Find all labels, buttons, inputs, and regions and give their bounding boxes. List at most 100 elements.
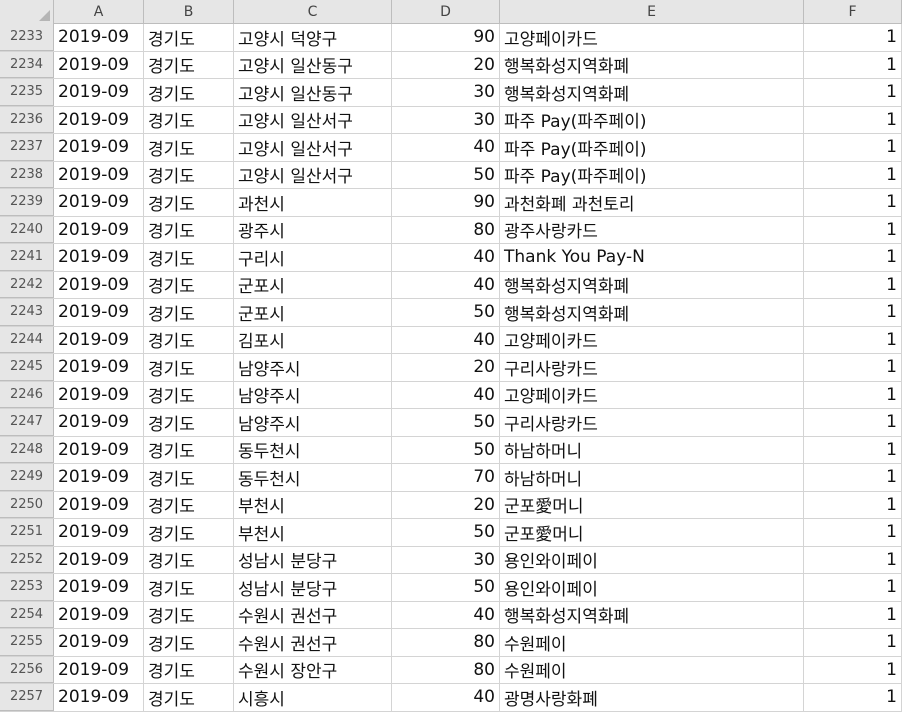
cell-currency[interactable]: 고양페이카드 bbox=[500, 326, 804, 353]
cell-province[interactable]: 경기도 bbox=[144, 326, 234, 353]
cell-count[interactable]: 1 bbox=[804, 216, 902, 243]
cell-currency[interactable]: 구리사랑카드 bbox=[500, 409, 804, 436]
cell-province[interactable]: 경기도 bbox=[144, 574, 234, 601]
cell-currency[interactable]: 광주사랑카드 bbox=[500, 216, 804, 243]
cell-district[interactable]: 성남시 분당구 bbox=[234, 546, 392, 573]
row-header[interactable]: 2255 bbox=[0, 629, 54, 656]
cell-district[interactable]: 시흥시 bbox=[234, 684, 392, 711]
cell-date[interactable]: 2019-09 bbox=[54, 299, 144, 326]
cell-province[interactable]: 경기도 bbox=[144, 161, 234, 188]
row-header[interactable]: 2244 bbox=[0, 326, 54, 353]
cell-count[interactable]: 1 bbox=[804, 244, 902, 271]
cell-district[interactable]: 고양시 덕양구 bbox=[234, 24, 392, 51]
cell-currency[interactable]: 행복화성지역화폐 bbox=[500, 271, 804, 298]
cell-count[interactable]: 1 bbox=[804, 546, 902, 573]
cell-date[interactable]: 2019-09 bbox=[54, 24, 144, 51]
cell-currency[interactable]: 파주 Pay(파주페이) bbox=[500, 134, 804, 161]
cell-value[interactable]: 90 bbox=[392, 189, 500, 216]
row-header[interactable]: 2245 bbox=[0, 354, 54, 381]
cell-district[interactable]: 고양시 일산동구 bbox=[234, 79, 392, 106]
cell-count[interactable]: 1 bbox=[804, 51, 902, 78]
row-header[interactable]: 2252 bbox=[0, 546, 54, 573]
row-header[interactable]: 2237 bbox=[0, 134, 54, 161]
cell-currency[interactable]: 용인와이페이 bbox=[500, 574, 804, 601]
cell-district[interactable]: 수원시 장안구 bbox=[234, 656, 392, 683]
cell-date[interactable]: 2019-09 bbox=[54, 326, 144, 353]
cell-value[interactable]: 40 bbox=[392, 601, 500, 628]
cell-currency[interactable]: 하남하머니 bbox=[500, 436, 804, 463]
cell-date[interactable]: 2019-09 bbox=[54, 79, 144, 106]
cell-count[interactable]: 1 bbox=[804, 491, 902, 518]
row-header[interactable]: 2249 bbox=[0, 464, 54, 491]
cell-date[interactable]: 2019-09 bbox=[54, 271, 144, 298]
cell-date[interactable]: 2019-09 bbox=[54, 354, 144, 381]
cell-value[interactable]: 40 bbox=[392, 271, 500, 298]
cell-date[interactable]: 2019-09 bbox=[54, 244, 144, 271]
cell-currency[interactable]: 과천화폐 과천토리 bbox=[500, 189, 804, 216]
cell-currency[interactable]: 파주 Pay(파주페이) bbox=[500, 106, 804, 133]
cell-district[interactable]: 동두천시 bbox=[234, 436, 392, 463]
cell-value[interactable]: 30 bbox=[392, 546, 500, 573]
row-header[interactable]: 2248 bbox=[0, 436, 54, 463]
cell-date[interactable]: 2019-09 bbox=[54, 519, 144, 546]
cell-value[interactable]: 20 bbox=[392, 51, 500, 78]
cell-district[interactable]: 고양시 일산서구 bbox=[234, 134, 392, 161]
cell-value[interactable]: 70 bbox=[392, 464, 500, 491]
cell-value[interactable]: 30 bbox=[392, 79, 500, 106]
row-header[interactable]: 2243 bbox=[0, 299, 54, 326]
cell-province[interactable]: 경기도 bbox=[144, 189, 234, 216]
cell-province[interactable]: 경기도 bbox=[144, 244, 234, 271]
cell-value[interactable]: 80 bbox=[392, 216, 500, 243]
cell-currency[interactable]: 군포愛머니 bbox=[500, 519, 804, 546]
cell-currency[interactable]: 고양페이카드 bbox=[500, 24, 804, 51]
cell-district[interactable]: 군포시 bbox=[234, 271, 392, 298]
cell-count[interactable]: 1 bbox=[804, 299, 902, 326]
cell-currency[interactable]: 군포愛머니 bbox=[500, 491, 804, 518]
cell-value[interactable]: 20 bbox=[392, 354, 500, 381]
cell-province[interactable]: 경기도 bbox=[144, 106, 234, 133]
cell-district[interactable]: 구리시 bbox=[234, 244, 392, 271]
cell-date[interactable]: 2019-09 bbox=[54, 656, 144, 683]
cell-count[interactable]: 1 bbox=[804, 684, 902, 711]
row-header[interactable]: 2235 bbox=[0, 79, 54, 106]
row-header[interactable]: 2247 bbox=[0, 409, 54, 436]
column-header-a[interactable]: A bbox=[54, 0, 144, 24]
cell-district[interactable]: 부천시 bbox=[234, 491, 392, 518]
cell-value[interactable]: 20 bbox=[392, 491, 500, 518]
cell-currency[interactable]: 행복화성지역화폐 bbox=[500, 79, 804, 106]
cell-value[interactable]: 50 bbox=[392, 299, 500, 326]
cell-currency[interactable]: 구리사랑카드 bbox=[500, 354, 804, 381]
row-header[interactable]: 2234 bbox=[0, 51, 54, 78]
cell-district[interactable]: 남양주시 bbox=[234, 354, 392, 381]
cell-date[interactable]: 2019-09 bbox=[54, 106, 144, 133]
row-header[interactable]: 2253 bbox=[0, 574, 54, 601]
cell-province[interactable]: 경기도 bbox=[144, 24, 234, 51]
column-header-c[interactable]: C bbox=[234, 0, 392, 24]
cell-value[interactable]: 50 bbox=[392, 409, 500, 436]
cell-province[interactable]: 경기도 bbox=[144, 381, 234, 408]
cell-province[interactable]: 경기도 bbox=[144, 684, 234, 711]
cell-count[interactable]: 1 bbox=[804, 574, 902, 601]
row-header[interactable]: 2257 bbox=[0, 684, 54, 711]
cell-value[interactable]: 40 bbox=[392, 134, 500, 161]
cell-province[interactable]: 경기도 bbox=[144, 546, 234, 573]
cell-count[interactable]: 1 bbox=[804, 326, 902, 353]
cell-date[interactable]: 2019-09 bbox=[54, 189, 144, 216]
cell-count[interactable]: 1 bbox=[804, 436, 902, 463]
cell-count[interactable]: 1 bbox=[804, 354, 902, 381]
cell-province[interactable]: 경기도 bbox=[144, 354, 234, 381]
cell-value[interactable]: 40 bbox=[392, 244, 500, 271]
cell-province[interactable]: 경기도 bbox=[144, 629, 234, 656]
cell-province[interactable]: 경기도 bbox=[144, 436, 234, 463]
cell-value[interactable]: 50 bbox=[392, 519, 500, 546]
cell-date[interactable]: 2019-09 bbox=[54, 629, 144, 656]
cell-currency[interactable]: 수원페이 bbox=[500, 656, 804, 683]
cell-district[interactable]: 부천시 bbox=[234, 519, 392, 546]
cell-count[interactable]: 1 bbox=[804, 134, 902, 161]
cell-count[interactable]: 1 bbox=[804, 381, 902, 408]
cell-district[interactable]: 수원시 권선구 bbox=[234, 629, 392, 656]
cell-count[interactable]: 1 bbox=[804, 79, 902, 106]
row-header[interactable]: 2246 bbox=[0, 381, 54, 408]
cell-value[interactable]: 50 bbox=[392, 161, 500, 188]
cell-value[interactable]: 50 bbox=[392, 574, 500, 601]
